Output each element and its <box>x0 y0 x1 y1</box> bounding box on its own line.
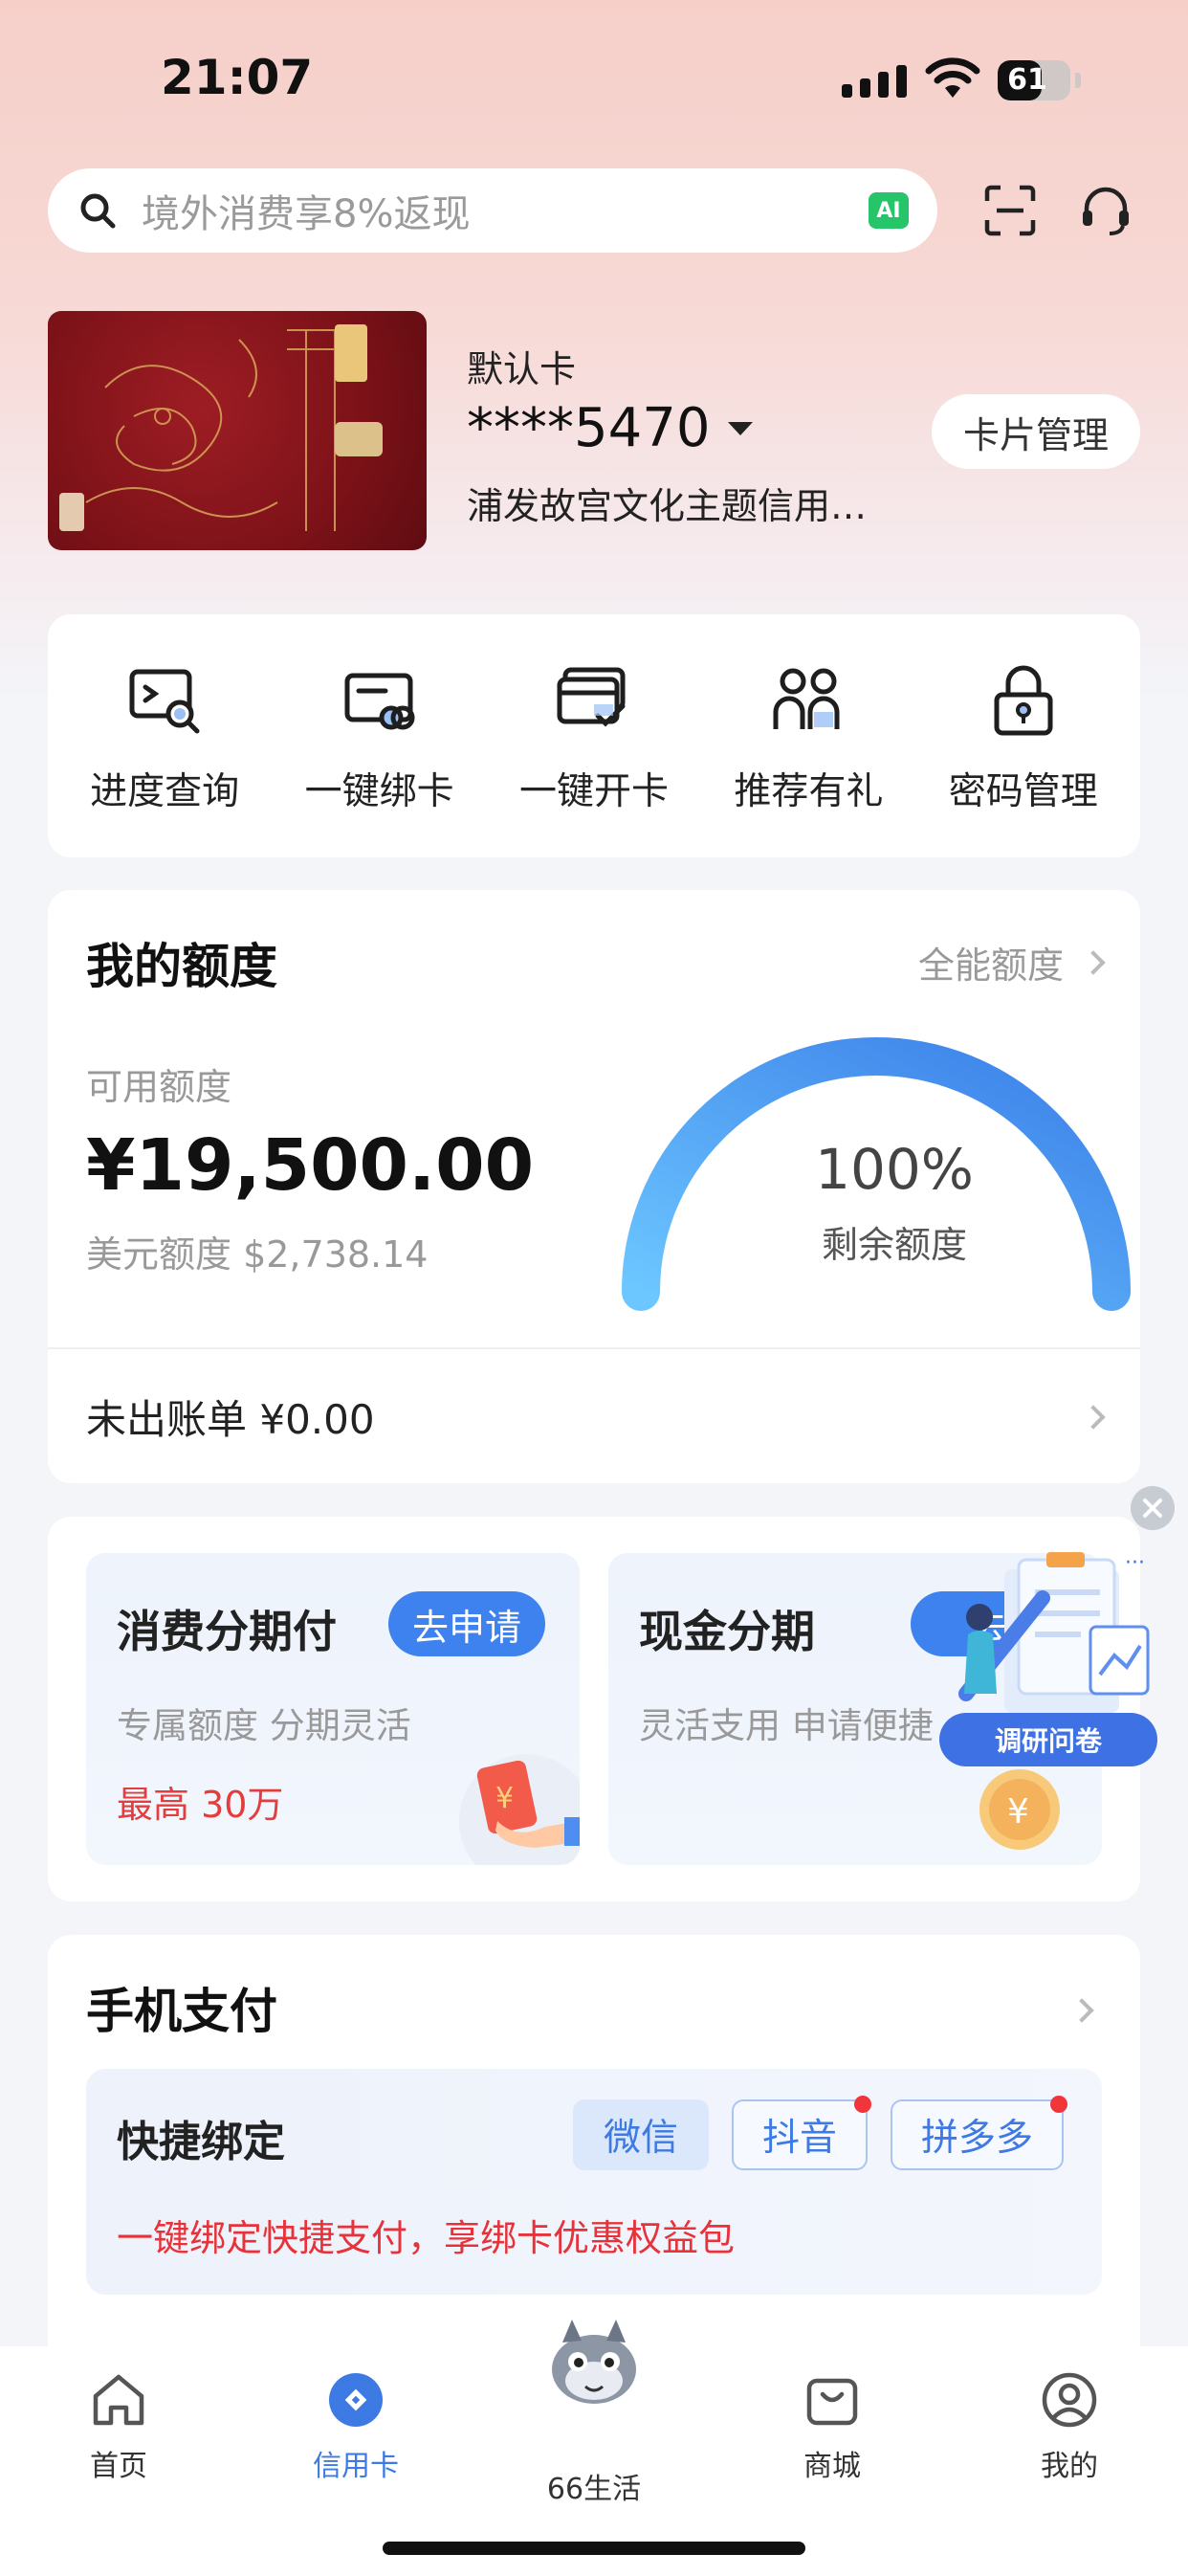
default-card-label: 默认卡 <box>467 348 577 390</box>
status-bar: 21:07 61 <box>0 0 1188 163</box>
quick-action-label: 进度查询 <box>90 770 240 813</box>
card-number: ****5470 <box>467 397 711 459</box>
referral-icon <box>773 668 840 729</box>
red-envelope-icon: ¥ <box>459 1754 580 1865</box>
status-time: 21:07 <box>161 50 314 105</box>
mascot-icon[interactable] <box>543 2314 645 2409</box>
bind-tag-label: 抖音 <box>761 2117 837 2160</box>
card-name: 浦发故宫文化主题信用… <box>467 485 868 527</box>
chevron-right-icon <box>1081 949 1106 975</box>
gauge-label: 剩余额度 <box>821 1224 967 1266</box>
quick-actions: 进度查询 一键绑卡 一键开卡 推荐有礼 密码管理 <box>48 614 1140 857</box>
svg-text:¥: ¥ <box>1007 1792 1029 1832</box>
credit-limit-card: 我的额度 全能额度 可用额度 ¥19,500.00 美元额度 $2,738.14… <box>48 890 1140 1483</box>
usd-limit: 美元额度 $2,738.14 <box>86 1233 429 1276</box>
unbilled-amount: 未出账单 ¥0.00 <box>86 1396 375 1443</box>
quick-action-referral[interactable]: 推荐有礼 <box>713 662 904 857</box>
search-placeholder: 境外消费享8%返现 <box>142 192 471 236</box>
quick-action-password[interactable]: 密码管理 <box>928 662 1119 857</box>
mobile-pay-title: 手机支付 <box>86 1984 277 2039</box>
coin-icon: ¥ <box>979 1769 1060 1850</box>
bind-tag-wechat[interactable]: 微信 <box>572 2099 709 2170</box>
dragon-pattern-icon <box>59 324 383 531</box>
card-manage-button[interactable]: 卡片管理 <box>932 394 1140 469</box>
tab-label: 信用卡 <box>313 2450 399 2483</box>
quick-bind-box: 快捷绑定 微信 抖音 拼多多 一键绑定快捷支付，享绑卡优惠权益包 <box>86 2069 1102 2295</box>
survey-button[interactable]: 调研问卷 <box>939 1713 1157 1766</box>
notification-dot <box>1050 2096 1067 2113</box>
installment-subtitle: 灵活支用 申请便捷 <box>639 1705 934 1746</box>
bind-tags: 微信 抖音 拼多多 <box>572 2096 1067 2170</box>
tab-profile[interactable]: 我的 <box>974 2369 1165 2484</box>
mobile-pay-section: 手机支付 快捷绑定 微信 抖音 拼多多 一键绑定快捷支付，享绑卡优惠权益包 <box>48 1935 1140 2346</box>
tab-home[interactable]: 首页 <box>23 2369 214 2484</box>
search-icon <box>80 193 116 229</box>
search-bar[interactable]: 境外消费享8%返现 AI <box>48 168 937 253</box>
quick-action-label: 推荐有礼 <box>734 770 884 813</box>
credit-limit-title: 我的额度 <box>86 939 277 994</box>
all-limit-label: 全能额度 <box>917 944 1064 987</box>
activate-card-icon <box>557 667 626 727</box>
card-number-selector[interactable]: ****5470 <box>467 397 753 459</box>
progress-search-icon <box>129 669 200 734</box>
quick-action-progress[interactable]: 进度查询 <box>69 662 260 857</box>
bind-tag-douyin[interactable]: 抖音 <box>731 2096 871 2170</box>
survey-illustration-icon: ··· <box>958 1551 1150 1713</box>
bind-tag-label: 拼多多 <box>920 2117 1033 2160</box>
wifi-icon <box>925 57 980 98</box>
installment-subtitle: 专属额度 分期灵活 <box>117 1705 411 1746</box>
tab-credit-card[interactable]: 信用卡 <box>260 2369 451 2484</box>
tab-life[interactable]: 66生活 <box>498 2454 690 2507</box>
chevron-right-icon <box>1081 1404 1106 1430</box>
credit-card-image[interactable] <box>48 311 427 550</box>
quick-action-bind-card[interactable]: 一键绑卡 <box>284 662 475 857</box>
ai-assistant-icon[interactable]: AI <box>869 192 909 229</box>
installment-consumer-card[interactable]: 消费分期付 去申请 专属额度 分期灵活 最高 30万 ¥ <box>86 1553 580 1865</box>
quick-action-label: 一键开卡 <box>518 770 669 813</box>
profile-icon <box>1042 2372 1097 2428</box>
installment-max: 最高 30万 <box>117 1784 284 1826</box>
quick-action-label: 密码管理 <box>948 770 1098 813</box>
battery-icon: 61 <box>998 60 1070 100</box>
scan-icon[interactable] <box>983 184 1037 237</box>
home-icon <box>93 2374 144 2426</box>
home-indicator <box>383 2542 805 2555</box>
battery-tip <box>1075 73 1081 88</box>
quick-action-label: 一键绑卡 <box>304 770 454 813</box>
tab-mall[interactable]: 商城 <box>737 2369 928 2484</box>
tab-label: 首页 <box>90 2450 147 2483</box>
installment-title: 消费分期付 <box>117 1606 337 1657</box>
apply-button[interactable]: 去申请 <box>388 1591 545 1656</box>
customer-service-icon[interactable] <box>1079 184 1133 237</box>
tab-label: 66生活 <box>546 2473 642 2506</box>
available-amount: ¥19,500.00 <box>86 1124 535 1207</box>
notification-dot <box>853 2096 871 2113</box>
unbilled-row[interactable]: 未出账单 ¥0.00 <box>86 1388 1106 1446</box>
caret-down-icon <box>727 421 753 435</box>
bind-card-icon <box>344 673 415 730</box>
quick-bind-promo[interactable]: 一键绑定快捷支付，享绑卡优惠权益包 <box>117 2209 735 2261</box>
chevron-right-icon[interactable] <box>1069 1998 1094 2023</box>
installment-title: 现金分期 <box>639 1606 815 1657</box>
credit-card-icon <box>329 2373 383 2427</box>
cellular-signal-icon <box>842 63 907 98</box>
quick-bind-title: 快捷绑定 <box>117 2118 285 2166</box>
svg-text:···: ··· <box>1125 1551 1145 1575</box>
available-label: 可用额度 <box>86 1066 232 1108</box>
battery-level: 61 <box>1007 63 1047 97</box>
quick-action-activate[interactable]: 一键开卡 <box>498 662 690 857</box>
lock-icon <box>994 665 1053 736</box>
tab-label: 商城 <box>803 2450 861 2483</box>
tab-label: 我的 <box>1041 2450 1098 2483</box>
bind-tag-pinduoduo[interactable]: 拼多多 <box>890 2096 1067 2170</box>
shopping-bag-icon <box>806 2378 858 2426</box>
divider <box>48 1347 1140 1349</box>
svg-text:¥: ¥ <box>495 1782 514 1815</box>
close-icon[interactable] <box>1131 1486 1175 1530</box>
all-limit-link[interactable]: 全能额度 <box>917 936 1106 988</box>
gauge-percent: 100% <box>815 1137 974 1202</box>
